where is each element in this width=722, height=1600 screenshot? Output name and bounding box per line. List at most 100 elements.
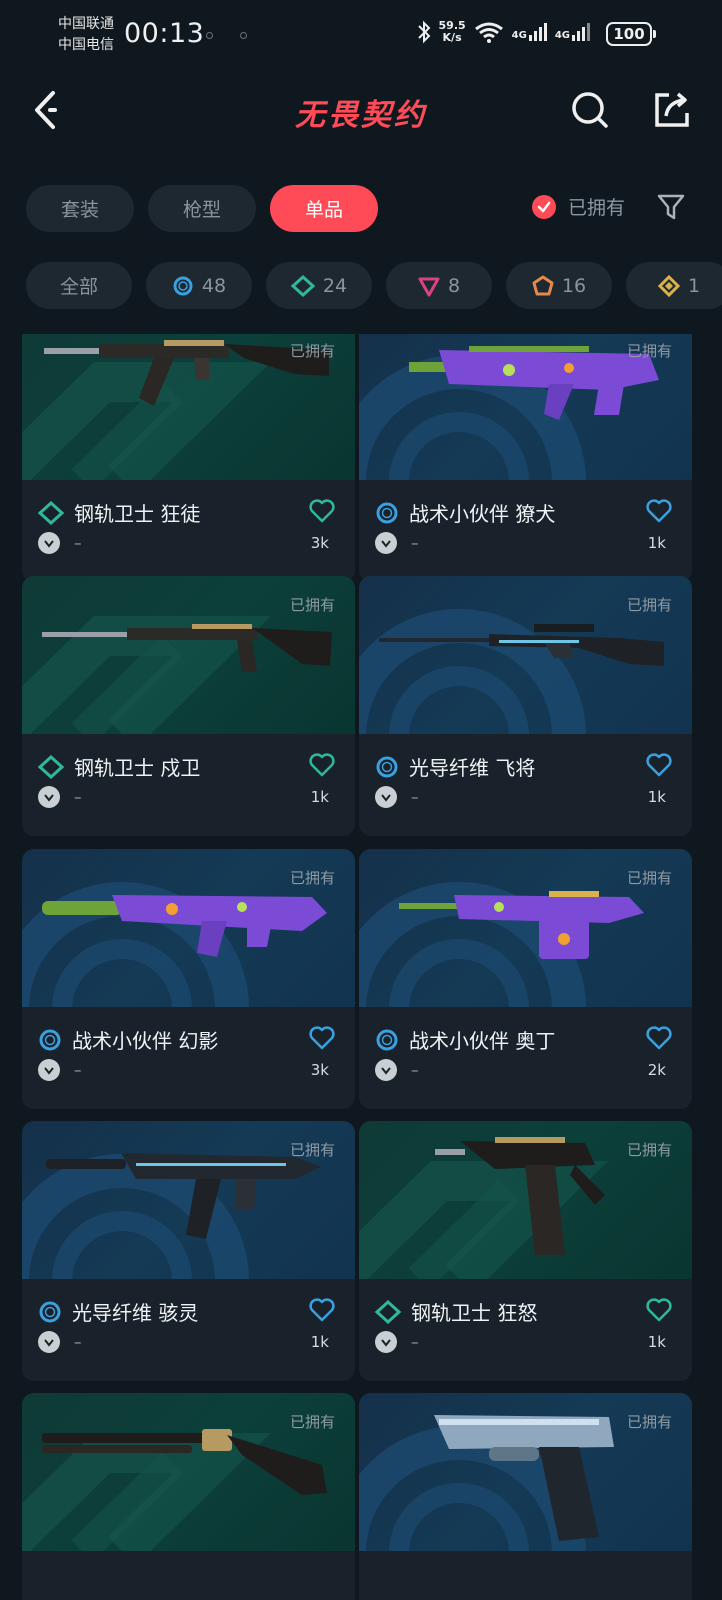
rarity-chip-blue[interactable]: 48 xyxy=(146,262,252,309)
item-meta: – xyxy=(74,1061,82,1079)
favorite-count: 1k xyxy=(647,534,666,552)
status-clock: 00:13 xyxy=(124,18,205,49)
item-image: 已拥有 xyxy=(359,849,692,1007)
search-icon xyxy=(572,92,608,128)
item-card[interactable]: 已拥有 钢轨卫士 戍卫 – 1k xyxy=(22,576,355,836)
orange-pentagon-icon xyxy=(532,275,554,295)
item-image: 已拥有 xyxy=(22,334,355,480)
item-meta: – xyxy=(411,1333,419,1351)
item-name: 战术小伙伴 幻影 xyxy=(72,1029,219,1053)
item-card[interactable]: 已拥有 光导纤维 骇灵 – 1k xyxy=(22,1121,355,1381)
share-icon xyxy=(655,92,689,127)
favorite-heart-icon[interactable] xyxy=(309,498,335,524)
green-diamond-icon xyxy=(38,754,64,779)
item-image: 已拥有 xyxy=(359,1121,692,1279)
owned-label: 已拥有 xyxy=(289,1141,335,1159)
rank-badge-icon xyxy=(38,532,60,554)
tab-single-item[interactable]: 单品 xyxy=(270,185,378,232)
owned-filter-label: 已拥有 xyxy=(568,197,626,219)
item-image: 已拥有 xyxy=(22,849,355,1007)
blue-ring-icon xyxy=(39,1029,61,1050)
app-header: 无畏契约 xyxy=(0,72,722,152)
favorite-heart-icon[interactable] xyxy=(646,1025,672,1051)
item-card[interactable]: 已拥有 xyxy=(359,1393,692,1600)
rarity-chip-pink[interactable]: 8 xyxy=(386,262,492,309)
item-card[interactable]: 已拥有 钢轨卫士 狂怒 – 1k xyxy=(359,1121,692,1381)
item-image: 已拥有 xyxy=(22,1393,355,1551)
rarity-chip-gold[interactable]: 1 xyxy=(626,262,722,309)
weapon-image xyxy=(42,1429,327,1495)
green-diamond-icon xyxy=(375,1299,401,1324)
item-card[interactable]: 已拥有 xyxy=(22,1393,355,1600)
item-card[interactable]: 已拥有 钢轨卫士 狂徒 – 3k xyxy=(22,334,355,582)
item-name: 钢轨卫士 戍卫 xyxy=(74,756,201,780)
blue-ring-icon xyxy=(39,1301,61,1322)
favorite-heart-icon[interactable] xyxy=(646,1297,672,1323)
rarity-chip-all[interactable]: 全部 xyxy=(26,262,132,309)
item-card[interactable]: 已拥有 光导纤维 飞将 – 1k xyxy=(359,576,692,836)
rank-badge-icon xyxy=(375,1059,397,1081)
carrier-1: 中国联通 xyxy=(58,16,114,32)
owned-label: 已拥有 xyxy=(289,596,335,614)
rarity-filter-row: 全部 48 24 8 16 1 xyxy=(26,262,722,309)
favorite-count: 3k xyxy=(310,1061,329,1079)
item-image: 已拥有 xyxy=(359,1393,692,1551)
item-name: 战术小伙伴 獠犬 xyxy=(409,502,556,526)
item-name: 战术小伙伴 奥丁 xyxy=(409,1029,556,1053)
item-grid: 已拥有 钢轨卫士 狂徒 – 3k 已拥有 战术小伙伴 獠犬 – 1k 已拥有 钢… xyxy=(22,334,702,1600)
owned-label: 已拥有 xyxy=(626,596,672,614)
item-meta: – xyxy=(74,534,82,552)
rank-badge-icon xyxy=(375,532,397,554)
pink-triangle-icon xyxy=(418,277,440,296)
signal-2: 4G xyxy=(555,23,590,41)
rarity-chip-green[interactable]: 24 xyxy=(266,262,372,309)
rank-badge-icon xyxy=(375,1331,397,1353)
item-image: 已拥有 xyxy=(359,576,692,734)
share-button[interactable] xyxy=(648,86,696,134)
filter-icon[interactable] xyxy=(656,192,686,222)
owned-label: 已拥有 xyxy=(626,1141,672,1159)
owned-label: 已拥有 xyxy=(626,869,672,887)
gold-diamond-icon xyxy=(657,274,680,297)
wifi-icon xyxy=(474,22,503,43)
item-card[interactable]: 已拥有 战术小伙伴 奥丁 – 2k xyxy=(359,849,692,1109)
item-meta: – xyxy=(411,534,419,552)
type-tabs: 套装 枪型 单品 xyxy=(26,185,378,232)
weapon-image xyxy=(399,891,644,959)
owned-label: 已拥有 xyxy=(626,1413,672,1431)
weapon-image xyxy=(434,1415,614,1541)
green-diamond-icon xyxy=(38,500,64,525)
item-name: 钢轨卫士 狂怒 xyxy=(411,1301,538,1325)
item-card[interactable]: 已拥有 战术小伙伴 獠犬 – 1k xyxy=(359,334,692,582)
signal-bars-icon xyxy=(528,23,547,41)
weapon-image xyxy=(46,1153,321,1239)
owned-filter-toggle[interactable]: 已拥有 xyxy=(532,193,625,220)
notification-dot-icon xyxy=(206,32,213,39)
item-image: 已拥有 xyxy=(22,1121,355,1279)
favorite-heart-icon[interactable] xyxy=(646,498,672,524)
favorite-heart-icon[interactable] xyxy=(309,752,335,778)
favorite-count: 3k xyxy=(310,534,329,552)
item-name: 光导纤维 飞将 xyxy=(409,756,536,780)
item-card[interactable]: 已拥有 战术小伙伴 幻影 – 3k xyxy=(22,849,355,1109)
favorite-count: 1k xyxy=(310,788,329,806)
tab-set[interactable]: 套装 xyxy=(26,185,134,232)
favorite-heart-icon[interactable] xyxy=(309,1297,335,1323)
checkmark-icon xyxy=(532,194,556,219)
rarity-chip-orange[interactable]: 16 xyxy=(506,262,612,309)
favorite-count: 1k xyxy=(310,1333,329,1351)
item-image: 已拥有 xyxy=(22,576,355,734)
favorite-heart-icon[interactable] xyxy=(646,752,672,778)
battery-indicator: 100 xyxy=(606,22,656,46)
favorite-count: 1k xyxy=(647,1333,666,1351)
rank-badge-icon xyxy=(38,1059,60,1081)
blue-ring-icon xyxy=(173,276,193,295)
tab-gun-type[interactable]: 枪型 xyxy=(148,185,256,232)
favorite-heart-icon[interactable] xyxy=(309,1025,335,1051)
owned-label: 已拥有 xyxy=(289,1413,335,1431)
favorite-count: 1k xyxy=(647,788,666,806)
blue-ring-icon xyxy=(376,1029,398,1050)
search-button[interactable] xyxy=(566,86,614,134)
rank-badge-icon xyxy=(38,786,60,808)
item-meta: – xyxy=(411,1061,419,1079)
